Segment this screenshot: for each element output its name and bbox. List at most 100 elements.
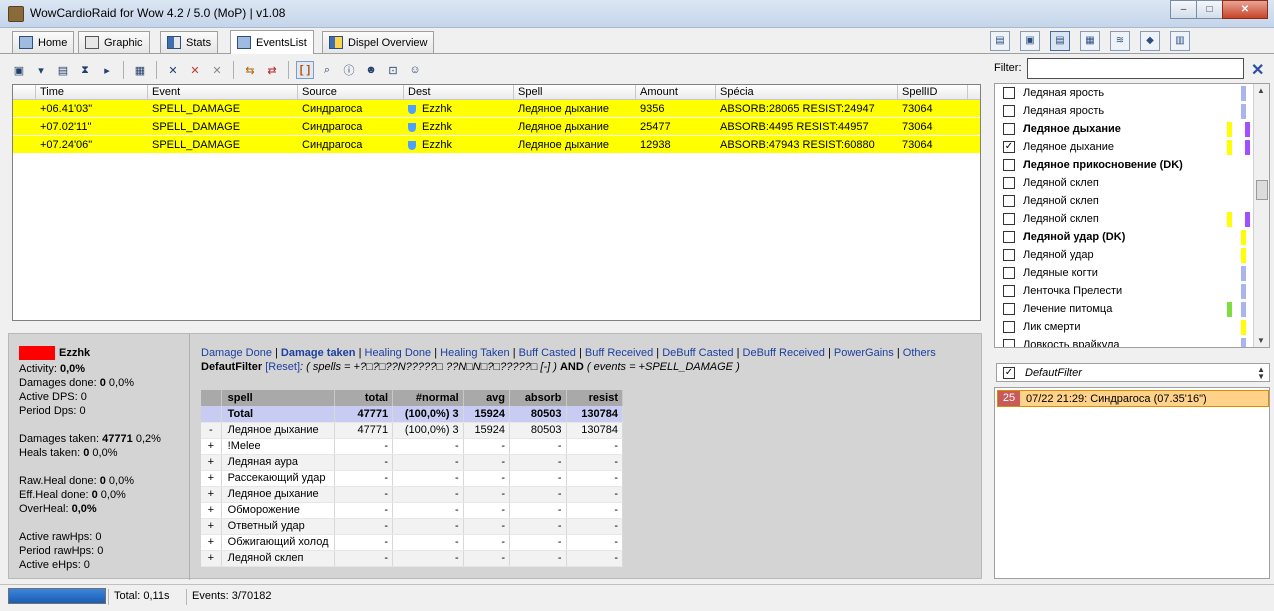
cross-red-icon[interactable]: ✕	[186, 61, 204, 79]
expand-toggle[interactable]: +	[201, 550, 222, 567]
table-row[interactable]: + Рассекающий удар - - - - -	[201, 470, 623, 487]
tab-stats[interactable]: Stats	[160, 31, 219, 53]
spin-arrows-icon[interactable]: ▲ ▼	[1257, 366, 1265, 381]
link-debuff-received[interactable]: DeBuff Received	[743, 347, 825, 359]
list-item-checkbox[interactable]	[1003, 285, 1015, 297]
list-item[interactable]: Ледяной удар	[995, 246, 1269, 264]
filter-input[interactable]	[1027, 58, 1244, 79]
list-item-checkbox[interactable]	[1003, 231, 1015, 243]
col-header[interactable]: spell	[221, 390, 335, 406]
expand-toggle[interactable]: +	[201, 438, 222, 455]
expand-toggle[interactable]: +	[201, 486, 222, 503]
save-icon[interactable]: ▣	[10, 61, 28, 79]
save-as-icon[interactable]: ▤	[54, 61, 72, 79]
hourglass-icon[interactable]: ⧗	[76, 61, 94, 79]
list-item[interactable]: Ледяной удар (DK)	[995, 228, 1269, 246]
maximize-button[interactable]: □	[1196, 0, 1223, 19]
col-header[interactable]: Time	[36, 85, 148, 99]
col-header[interactable]: resist	[566, 390, 623, 406]
dropdown-arrow-icon[interactable]: ▾	[32, 61, 50, 79]
expand-toggle[interactable]: +	[201, 454, 222, 471]
col-header[interactable]: Spécia	[716, 85, 898, 99]
list-item-checkbox[interactable]	[1003, 159, 1015, 171]
chat-view-icon[interactable]: ◆	[1140, 31, 1160, 51]
list-item-checkbox[interactable]	[1003, 339, 1015, 347]
col-header[interactable]	[13, 85, 36, 99]
table-row[interactable]: +07.02'11" SPELL_DAMAGE Синдрагоса Ezzhk…	[13, 118, 980, 136]
list-item-checkbox[interactable]	[1003, 105, 1015, 117]
merge-icon[interactable]: ⇆	[241, 61, 259, 79]
table-row[interactable]: - Ледяное дыхание 47771 (100,0%) 3 15924…	[201, 422, 623, 439]
reset-link[interactable]: [Reset]	[265, 361, 300, 373]
list-item-checkbox[interactable]	[1003, 195, 1015, 207]
list-item[interactable]: Ледяной склеп	[995, 192, 1269, 210]
col-header[interactable]: Spell	[514, 85, 636, 99]
list-item[interactable]: Ледяное прикосновение (DK)	[995, 156, 1269, 174]
expand-toggle[interactable]: +	[201, 502, 222, 519]
scroll-down-icon[interactable]: ▼	[1257, 336, 1265, 345]
panel-view-icon[interactable]: ▥	[1170, 31, 1190, 51]
list-item[interactable]: Ледяные когти	[995, 264, 1269, 282]
list-item[interactable]: Ледяной склеп	[995, 210, 1269, 228]
list-item[interactable]: Ледяная ярость	[995, 102, 1269, 120]
user-add-icon[interactable]: ☺	[406, 61, 424, 79]
expand-toggle[interactable]: +	[201, 518, 222, 535]
list-view-icon[interactable]: ▤	[990, 31, 1010, 51]
table-row[interactable]: + !Melee - - - - -	[201, 438, 623, 455]
list-item[interactable]: ✓ Ледяное дыхание	[995, 138, 1269, 156]
events-view-icon[interactable]: ▤	[1050, 31, 1070, 51]
table-row[interactable]: + Ледяное дыхание - - - - -	[201, 486, 623, 503]
image-view-icon[interactable]: ▣	[1020, 31, 1040, 51]
table-row[interactable]: + Ответный удар - - - - -	[201, 518, 623, 535]
table-row[interactable]: + Обморожение - - - - -	[201, 502, 623, 519]
col-header[interactable]: Dest	[404, 85, 514, 99]
link-healing-done[interactable]: Healing Done	[365, 347, 432, 359]
list-item-checkbox[interactable]: ✓	[1003, 141, 1015, 153]
table-row[interactable]: + Ледяной склеп - - - - -	[201, 550, 623, 567]
link-damage-done[interactable]: Damage Done	[201, 347, 272, 359]
link-healing-taken[interactable]: Healing Taken	[440, 347, 510, 359]
user-search-icon[interactable]: ☻	[362, 61, 380, 79]
list-item-checkbox[interactable]	[1003, 87, 1015, 99]
table-row[interactable]: +06.41'03" SPELL_DAMAGE Синдрагоса Ezzhk…	[13, 100, 980, 118]
list-item-checkbox[interactable]	[1003, 267, 1015, 279]
tab-graphic[interactable]: Graphic	[78, 31, 150, 53]
scrollbar[interactable]: ▲ ▼	[1253, 84, 1269, 347]
list-item-checkbox[interactable]	[1003, 303, 1015, 315]
list-item[interactable]: Ловкость врайкула	[995, 336, 1269, 347]
table-view-icon[interactable]: ▦	[1080, 31, 1100, 51]
col-header[interactable]: Amount	[636, 85, 716, 99]
col-header[interactable]: absorb	[509, 390, 567, 406]
collapse-toggle[interactable]: -	[201, 422, 222, 439]
link-debuff-casted[interactable]: DeBuff Casted	[662, 347, 733, 359]
lock-icon[interactable]: ⊡	[384, 61, 402, 79]
list-item[interactable]: Лечение питомца	[995, 300, 1269, 318]
expand-toggle[interactable]: +	[201, 470, 222, 487]
forward-icon[interactable]: ▸	[98, 61, 116, 79]
search-icon[interactable]: ⌕	[318, 61, 336, 79]
tab-dispel-overview[interactable]: Dispel Overview	[322, 31, 435, 53]
link-others[interactable]: Others	[903, 347, 936, 359]
expand-toggle[interactable]: +	[201, 534, 222, 551]
list-item[interactable]: Ледяной склеп	[995, 174, 1269, 192]
list-item-checkbox[interactable]	[1003, 177, 1015, 189]
col-header[interactable]: Source	[298, 85, 404, 99]
list-item-checkbox[interactable]	[1003, 123, 1015, 135]
tab-home[interactable]: Home	[12, 31, 75, 53]
swap-icon[interactable]: ⇄	[263, 61, 281, 79]
list-item[interactable]: Ледяная ярость	[995, 84, 1269, 102]
col-header[interactable]: #normal	[392, 390, 464, 406]
info-icon[interactable]: ⓘ	[340, 61, 358, 79]
table-row[interactable]: + Ледяная аура - - - - -	[201, 454, 623, 471]
graph-view-icon[interactable]: ≋	[1110, 31, 1130, 51]
col-header[interactable]: Event	[148, 85, 298, 99]
link-buff-received[interactable]: Buff Received	[585, 347, 653, 359]
col-header[interactable]: SpellID	[898, 85, 968, 99]
list-item-checkbox[interactable]	[1003, 321, 1015, 333]
table-row[interactable]: +07.24'06" SPELL_DAMAGE Синдрагоса Ezzhk…	[13, 136, 980, 154]
filter-preset-select[interactable]: ✓ DefautFilter ▲ ▼	[996, 363, 1270, 382]
filter-preset-checkbox[interactable]: ✓	[1003, 366, 1015, 379]
col-header[interactable]: avg	[463, 390, 511, 406]
cross-filter-icon[interactable]: ✕	[164, 61, 182, 79]
list-item[interactable]: Лик смерти	[995, 318, 1269, 336]
